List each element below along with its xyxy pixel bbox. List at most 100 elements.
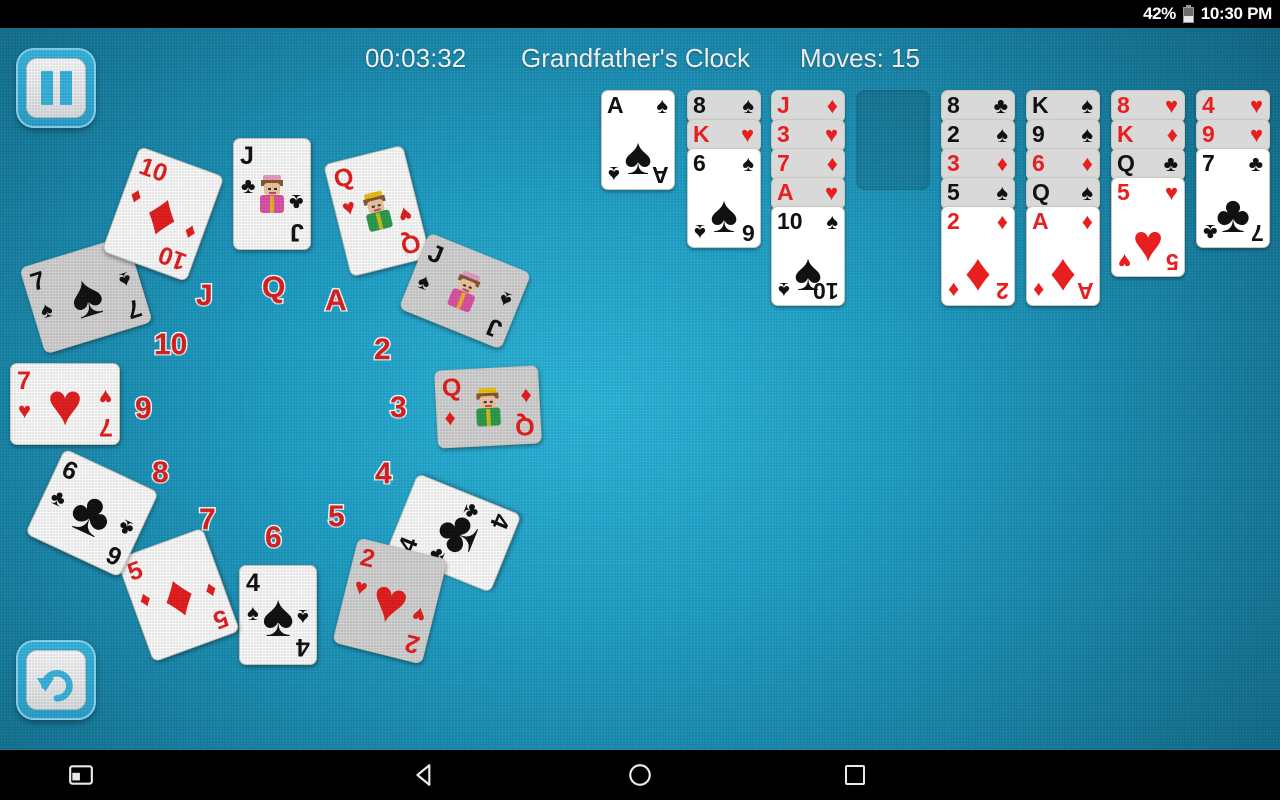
card-suit-top: ♠ — [1081, 180, 1093, 205]
card-suit-bottom: ♥ — [98, 385, 112, 410]
card-center-pip: ♥ — [364, 564, 416, 638]
card-suit-top: ♣ — [1163, 151, 1178, 176]
home-circle-icon[interactable] — [605, 750, 675, 800]
card-rank-bottom: A — [652, 162, 669, 188]
pause-button[interactable] — [16, 48, 96, 128]
tableau-card-faceup[interactable]: 2 ♦ ♦ 2 ♦ — [941, 206, 1015, 306]
card-rank-bottom: 2 — [996, 278, 1009, 304]
tableau-card-faceup[interactable]: 6 ♠ ♠ 6 ♠ — [687, 148, 761, 248]
card-rank-top: Q — [330, 162, 357, 194]
battery-icon — [1182, 5, 1194, 23]
card-rank-top: 7 — [777, 150, 790, 176]
card-rank-bottom: J — [482, 312, 507, 344]
card-suit-bottom: ♣ — [288, 190, 303, 215]
card-suit-top: ♦ — [826, 151, 838, 176]
card-rank-top: J — [240, 142, 254, 170]
game-timer: 00:03:32 — [365, 43, 467, 73]
tableau-card-faceup[interactable]: A ♠ ♠ A ♠ — [601, 90, 675, 190]
card-rank-bottom: Q — [397, 228, 424, 260]
card-rank-top: 4 — [1202, 92, 1215, 118]
clock-card-6[interactable]: 5 ♦ ♦ 5 ♦ — [115, 527, 241, 663]
tableau-pile-8[interactable]: 4 ♥ 9 ♥ 7 ♣ ♣ 7 ♣ — [1196, 90, 1270, 335]
card-rank-top: 9 — [1202, 121, 1215, 147]
clock-card-4[interactable]: 2 ♥ ♥ 2 ♥ — [332, 537, 448, 665]
clock-position-label-9: 9 — [134, 391, 154, 427]
tableau-card-faceup[interactable]: A ♦ ♦ A ♦ — [1026, 206, 1100, 306]
clock-card-8[interactable]: 7 ♥ ♥ 7 ♥ — [10, 363, 120, 445]
clock-position-label-5: 5 — [327, 499, 347, 535]
card-rank-top: 2 — [947, 208, 960, 234]
status-bar: 42% 10:30 PM — [0, 0, 1280, 28]
undo-button[interactable] — [16, 640, 96, 720]
card-suit-top: ♠ — [656, 93, 668, 118]
overview-square-icon[interactable] — [820, 750, 890, 800]
tableau-card-faceup[interactable]: 5 ♥ ♥ 5 ♥ — [1111, 177, 1185, 277]
clock-position-label-8: 8 — [151, 455, 171, 491]
card-suit-bottom: ♦ — [519, 383, 533, 410]
tableau-card-faceup[interactable]: 10 ♠ ♠ 10 ♠ — [771, 206, 845, 306]
card-rank-top: 7 — [1202, 150, 1215, 176]
card-rank-top: 8 — [947, 92, 960, 118]
card-suit-top: ♦ — [996, 209, 1008, 234]
card-suit-bottom: ♦ — [1033, 278, 1045, 303]
clock-position-label-q: Q — [260, 270, 286, 306]
card-rank-bottom: Q — [513, 411, 535, 441]
card-rank-bottom: 4 — [296, 633, 310, 661]
tableau-pile-4[interactable] — [856, 90, 930, 335]
card-suit-top: ♣ — [1248, 151, 1263, 176]
card-suit-top: ♥ — [740, 122, 754, 147]
card-suit-bottom: ♠ — [608, 162, 620, 187]
clock-card-5[interactable]: 4 ♠ ♠ 4 ♠ — [239, 565, 317, 665]
card-suit-top: ♠ — [414, 267, 435, 296]
tableau-card-faceup[interactable]: 7 ♣ ♣ 7 ♣ — [1196, 148, 1270, 248]
card-suit-bottom: ♦ — [948, 278, 960, 303]
tableau-pile-6[interactable]: K ♠ 9 ♠ 6 ♦ Q ♠ A ♦ ♦ A ♦ — [1026, 90, 1100, 335]
game-title: Grandfather's Clock — [521, 43, 750, 73]
android-nav-bar[interactable] — [0, 750, 1280, 800]
card-rank-top: Q — [441, 373, 463, 403]
clock-position-label-j: J — [195, 278, 215, 314]
card-rank-top: K — [1117, 121, 1134, 147]
clock-card-q[interactable]: Q ♥ Q ♥ — [323, 144, 431, 278]
card-suit-top: ♦ — [1166, 122, 1178, 147]
card-rank-top: 9 — [1032, 121, 1045, 147]
card-suit-bottom: ♠ — [495, 286, 516, 315]
card-suit-bottom: ♥ — [1118, 249, 1132, 274]
card-suit-bottom: ♠ — [694, 220, 706, 245]
card-suit-bottom: ♠ — [297, 605, 309, 630]
card-suit-top: ♥ — [1249, 122, 1263, 147]
moves-counter: Moves: 15 — [800, 43, 920, 73]
recent-apps-icon[interactable] — [46, 750, 116, 800]
card-suit-top: ♦ — [1081, 151, 1093, 176]
card-rank-top: 3 — [947, 150, 960, 176]
card-rank-top: 8 — [693, 92, 706, 118]
back-triangle-icon[interactable] — [390, 750, 460, 800]
card-suit-top: ♥ — [824, 122, 838, 147]
card-suit-bottom: ♣ — [1203, 220, 1218, 245]
card-suit-top: ♠ — [1081, 93, 1093, 118]
card-rank-top: 5 — [1117, 179, 1130, 205]
game-board[interactable]: 00:03:32 Grandfather's Clock Moves: 15 7… — [0, 28, 1280, 750]
card-rank-bottom: 7 — [1251, 220, 1264, 246]
tableau-pile-2[interactable]: 8 ♠ K ♥ 6 ♠ ♠ 6 ♠ — [687, 90, 761, 335]
tableau-pile-7[interactable]: 8 ♥ K ♦ Q ♣ 5 ♥ ♥ 5 ♥ — [1111, 90, 1185, 335]
card-rank-top: A — [777, 179, 794, 205]
empty-pile-slot[interactable] — [856, 90, 930, 190]
card-rank-top: Q — [1032, 179, 1050, 205]
undo-icon — [26, 650, 86, 710]
clock-card-2[interactable]: Q ♦ Q ♦ — [434, 365, 542, 449]
card-suit-top: ♦ — [826, 93, 838, 118]
clock-position-label-10: 10 — [152, 327, 188, 363]
clock-card-j[interactable]: J ♣ J ♣ — [233, 138, 311, 250]
tableau-pile-5[interactable]: 8 ♣ 2 ♠ 3 ♦ 5 ♠ 2 ♦ ♦ 2 ♦ — [941, 90, 1015, 335]
card-rank-top: 6 — [1032, 150, 1045, 176]
card-rank-top: 2 — [947, 121, 960, 147]
card-rank-top: K — [693, 121, 710, 147]
tableau-pile-3[interactable]: J ♦ 3 ♥ 7 ♦ A ♥ 10 ♠ ♠ 10 ♠ — [771, 90, 845, 335]
card-rank-top: 3 — [777, 121, 790, 147]
tableau-pile-1[interactable]: A ♠ ♠ A ♠ — [601, 90, 675, 335]
card-suit-top: ♠ — [996, 180, 1008, 205]
status-bar-clock: 10:30 PM — [1200, 4, 1273, 23]
card-rank-top: K — [1032, 92, 1049, 118]
card-rank-bottom: 6 — [742, 220, 755, 246]
